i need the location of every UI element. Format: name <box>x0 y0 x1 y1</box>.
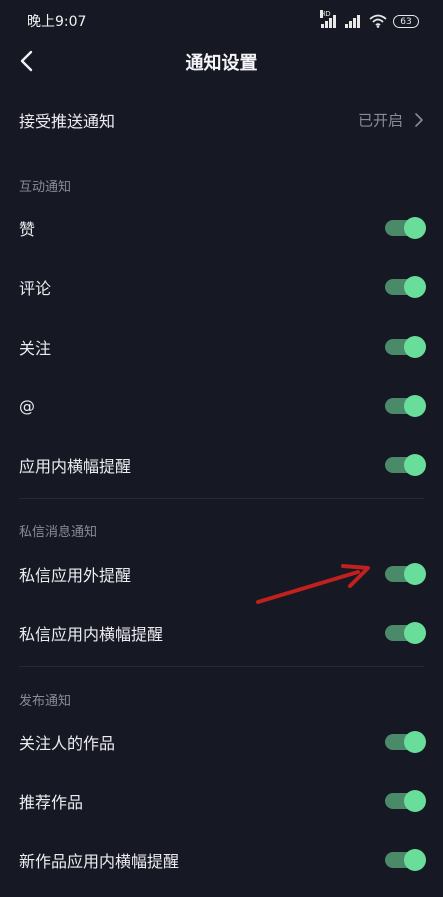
like-toggle[interactable] <box>385 216 426 239</box>
dm-in-app-banner-toggle[interactable] <box>385 621 426 644</box>
setting-label: 应用内横幅提醒 <box>19 456 132 476</box>
status-bar: 晚上9:07 HD 63 <box>0 0 443 40</box>
setting-row-dm-in-app-banner: 私信应用内横幅提醒 <box>0 603 443 662</box>
setting-row-comment: 评论 <box>0 257 443 316</box>
setting-label: 私信应用外提醒 <box>19 565 132 585</box>
setting-label: 赞 <box>19 219 36 239</box>
setting-row-recommended-works: 推荐作品 <box>0 771 443 830</box>
push-notification-row[interactable]: 接受推送通知 已开启 <box>0 90 443 149</box>
comment-toggle[interactable] <box>385 275 426 298</box>
setting-label: 评论 <box>19 278 52 298</box>
setting-row-new-works-banner: 新作品应用内横幅提醒 <box>0 830 443 889</box>
push-notification-status: 已开启 <box>357 111 403 129</box>
in-app-banner-toggle[interactable] <box>385 453 426 476</box>
dm-outside-app-toggle[interactable] <box>385 562 426 585</box>
follow-toggle[interactable] <box>385 335 426 358</box>
wifi-icon <box>369 14 387 28</box>
followed-works-toggle[interactable] <box>385 730 426 753</box>
section-divider <box>19 666 424 667</box>
new-works-banner-toggle[interactable] <box>385 848 426 871</box>
recommended-works-toggle[interactable] <box>385 789 426 812</box>
status-time: 晚上9:07 <box>27 14 87 30</box>
section-divider <box>19 498 424 499</box>
section-title-publish: 发布通知 <box>19 694 72 709</box>
setting-row-mention: @ <box>0 376 443 435</box>
section-title-interaction: 互动通知 <box>19 180 72 195</box>
signal-icon <box>345 14 363 28</box>
setting-row-followed-works: 关注人的作品 <box>0 712 443 771</box>
hd-label: HD <box>320 10 331 18</box>
setting-label: 关注人的作品 <box>19 733 116 753</box>
push-notification-label: 接受推送通知 <box>19 111 116 131</box>
battery-icon: 63 <box>393 15 419 28</box>
section-title-private-message: 私信消息通知 <box>19 525 98 540</box>
setting-label: @ <box>19 396 35 415</box>
setting-label: 关注 <box>19 338 52 358</box>
mention-toggle[interactable] <box>385 394 426 417</box>
annotation-arrow-icon <box>256 564 370 604</box>
setting-label: 私信应用内横幅提醒 <box>19 624 164 644</box>
page-title: 通知设置 <box>185 53 258 74</box>
status-icons: HD 63 <box>320 10 419 28</box>
setting-row-in-app-banner: 应用内横幅提醒 <box>0 435 443 494</box>
hd-signal-icon: HD <box>320 10 339 28</box>
setting-label: 新作品应用内横幅提醒 <box>19 851 180 871</box>
battery-level: 63 <box>400 16 412 27</box>
chevron-right-icon <box>415 112 423 127</box>
setting-row-follow: 关注 <box>0 317 443 376</box>
setting-row-like: 赞 <box>0 198 443 257</box>
nav-bar: 通知设置 <box>0 40 443 84</box>
setting-label: 推荐作品 <box>19 792 84 812</box>
